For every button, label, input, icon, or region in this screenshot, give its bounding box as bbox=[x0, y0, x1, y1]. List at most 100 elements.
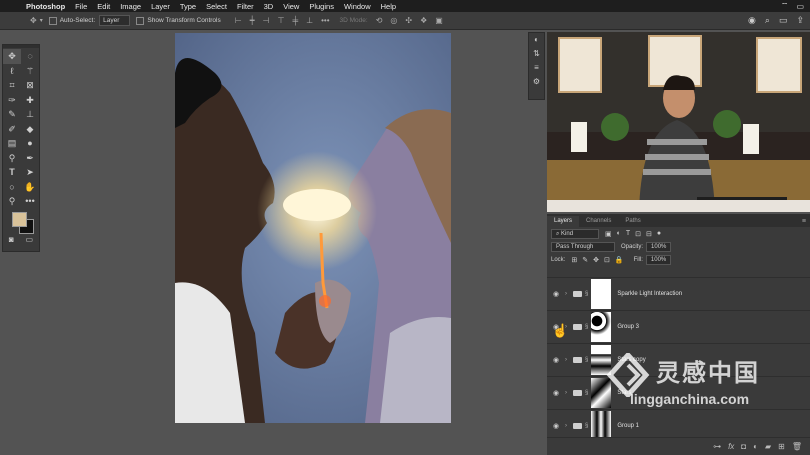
new-group-icon[interactable]: ▰ bbox=[765, 442, 771, 451]
shape-tool-icon[interactable]: ○ bbox=[3, 180, 21, 195]
filter-smart-icon[interactable]: ⊟ bbox=[646, 230, 652, 238]
lock-pixels-icon[interactable]: ⊞ bbox=[571, 256, 577, 264]
lock-paint-icon[interactable]: ✎ bbox=[582, 256, 588, 264]
tab-paths[interactable]: Paths bbox=[618, 216, 647, 227]
search-icon[interactable]: ⌕ bbox=[765, 15, 770, 26]
menu-3d[interactable]: 3D bbox=[264, 2, 274, 11]
move-tool-icon[interactable]: ✥ bbox=[3, 49, 21, 64]
align-top-icon[interactable]: ⊤ bbox=[278, 16, 285, 25]
align-right-icon[interactable]: ⊣ bbox=[263, 16, 270, 25]
document-canvas[interactable] bbox=[175, 33, 451, 423]
color-panel-icon[interactable]: ◐ bbox=[529, 33, 544, 47]
lock-artboard-icon[interactable]: ⊡ bbox=[604, 256, 610, 264]
chevron-right-icon[interactable]: › bbox=[562, 423, 570, 429]
menu-view[interactable]: View bbox=[283, 2, 299, 11]
menu-plugins[interactable]: Plugins bbox=[309, 2, 334, 11]
pen-tool-icon[interactable]: ✒ bbox=[21, 151, 39, 166]
align-bottom-icon[interactable]: ⊥ bbox=[306, 16, 313, 25]
tab-channels[interactable]: Channels bbox=[579, 216, 618, 227]
menu-select[interactable]: Select bbox=[206, 2, 227, 11]
align-left-icon[interactable]: ⊢ bbox=[235, 16, 242, 25]
hand-tool-icon[interactable]: ✋ bbox=[21, 180, 39, 195]
auto-select-checkbox[interactable] bbox=[48, 16, 57, 25]
eye-icon[interactable]: ◉ bbox=[550, 290, 562, 298]
fx-icon[interactable]: fx bbox=[728, 442, 734, 451]
adjustment-layer-icon[interactable]: ◐ bbox=[753, 442, 758, 451]
filter-pixel-icon[interactable]: ▣ bbox=[605, 230, 612, 238]
more-tools-icon[interactable]: ••• bbox=[21, 194, 39, 209]
3d-slide-icon[interactable]: ❖ bbox=[420, 16, 427, 25]
layer-name[interactable]: Sparkle Light Interaction bbox=[617, 291, 682, 297]
tab-layers[interactable]: Layers bbox=[547, 216, 580, 227]
menu-app[interactable]: Photoshop bbox=[26, 2, 65, 11]
filter-adjustment-icon[interactable]: ◐ bbox=[617, 230, 621, 238]
gradient-tool-icon[interactable]: ▤ bbox=[3, 136, 21, 151]
battery-icon[interactable]: ▭ bbox=[796, 2, 804, 11]
share-icon[interactable]: ⇪ bbox=[796, 15, 804, 26]
menu-filter[interactable]: Filter bbox=[237, 2, 254, 11]
align-middle-icon[interactable]: ╪ bbox=[292, 16, 298, 25]
eye-icon[interactable]: ◉ bbox=[550, 422, 562, 430]
align-center-icon[interactable]: ┿ bbox=[250, 16, 255, 25]
layer-mask-thumbnail[interactable] bbox=[591, 312, 612, 342]
new-layer-icon[interactable]: ⊞ bbox=[778, 442, 785, 451]
eye-icon[interactable]: ◉ bbox=[550, 389, 562, 397]
panel-menu-icon[interactable]: ≡ bbox=[802, 216, 806, 227]
menu-help[interactable]: Help bbox=[381, 2, 396, 11]
more-options-icon[interactable]: ••• bbox=[321, 16, 329, 25]
filter-shape-icon[interactable]: ⊡ bbox=[635, 230, 641, 238]
trash-icon[interactable]: 🗑 bbox=[792, 442, 802, 451]
menu-layer[interactable]: Layer bbox=[151, 2, 170, 11]
layer-name[interactable]: Group 3 bbox=[617, 324, 639, 330]
link-layers-icon[interactable]: ⊶ bbox=[713, 442, 721, 451]
chevron-right-icon[interactable]: › bbox=[562, 291, 570, 297]
filter-type-icon[interactable]: T bbox=[626, 230, 630, 238]
magic-wand-icon[interactable]: ⚚ bbox=[21, 64, 39, 79]
fill-input[interactable]: 100% bbox=[645, 254, 672, 265]
menu-image[interactable]: Image bbox=[120, 2, 141, 11]
add-mask-icon[interactable]: ◘ bbox=[741, 442, 746, 451]
lock-all-icon[interactable]: 🔒 bbox=[615, 256, 624, 264]
clone-stamp-icon[interactable]: ⊥ bbox=[21, 107, 39, 122]
eyedropper-icon[interactable]: ✑ bbox=[3, 93, 21, 108]
eye-icon[interactable]: ◉ bbox=[550, 356, 562, 364]
layer-name[interactable]: Group 1 bbox=[617, 423, 639, 429]
menu-file[interactable]: File bbox=[75, 2, 87, 11]
3d-pan-icon[interactable]: ✣ bbox=[405, 16, 412, 25]
dodge-tool-icon[interactable]: ⚲ bbox=[3, 151, 21, 166]
layer-filter-dropdown[interactable]: ⌕ Kind bbox=[551, 228, 599, 239]
workspace-icon[interactable]: ▭ bbox=[779, 15, 788, 26]
crop-tool-icon[interactable]: ⌗ bbox=[3, 78, 21, 93]
marquee-tool-icon[interactable]: ◌ bbox=[21, 49, 39, 64]
chevron-down-icon[interactable]: ▾ bbox=[40, 17, 43, 24]
3d-orbit-icon[interactable]: ⟲ bbox=[376, 16, 383, 25]
zoom-tool-icon[interactable]: ⚲ bbox=[3, 194, 21, 209]
menu-type[interactable]: Type bbox=[180, 2, 196, 11]
opacity-input[interactable]: 100% bbox=[646, 241, 672, 252]
auto-select-dropdown[interactable]: Layer bbox=[99, 15, 131, 26]
blend-mode-dropdown[interactable]: Pass Through bbox=[551, 241, 615, 252]
lasso-tool-icon[interactable]: ℓ bbox=[3, 64, 21, 79]
brush-tool-icon[interactable]: ✎ bbox=[3, 107, 21, 122]
menu-window[interactable]: Window bbox=[344, 2, 371, 11]
blur-tool-icon[interactable]: ● bbox=[21, 136, 39, 151]
wifi-icon[interactable]: ⌔ bbox=[781, 1, 789, 11]
chevron-right-icon[interactable]: › bbox=[562, 357, 570, 363]
menu-edit[interactable]: Edit bbox=[97, 2, 110, 11]
move-tool-icon[interactable]: ✥ bbox=[30, 16, 37, 25]
eraser-icon[interactable]: ◆ bbox=[21, 122, 39, 137]
layer-row[interactable]: ◉ › § Sparkle Light Interaction bbox=[547, 277, 810, 310]
transform-controls-checkbox[interactable] bbox=[136, 16, 145, 25]
type-tool-icon[interactable]: T bbox=[3, 165, 21, 180]
layer-mask-thumbnail[interactable] bbox=[591, 279, 612, 309]
history-brush-icon[interactable]: ✐ bbox=[3, 122, 21, 137]
user-icon[interactable]: ◉ bbox=[748, 15, 756, 26]
layer-row[interactable]: ◉ › § Group 3 bbox=[547, 310, 810, 343]
history-panel-icon[interactable]: ⇅ bbox=[529, 47, 544, 61]
foreground-color-swatch[interactable] bbox=[12, 211, 27, 227]
lock-position-icon[interactable]: ✥ bbox=[593, 256, 599, 264]
3d-roll-icon[interactable]: ◎ bbox=[390, 16, 397, 25]
properties-panel-icon[interactable]: ⚙ bbox=[529, 75, 544, 89]
frame-tool-icon[interactable]: ⊠ bbox=[21, 78, 39, 93]
3d-camera-icon[interactable]: ▣ bbox=[435, 16, 443, 25]
